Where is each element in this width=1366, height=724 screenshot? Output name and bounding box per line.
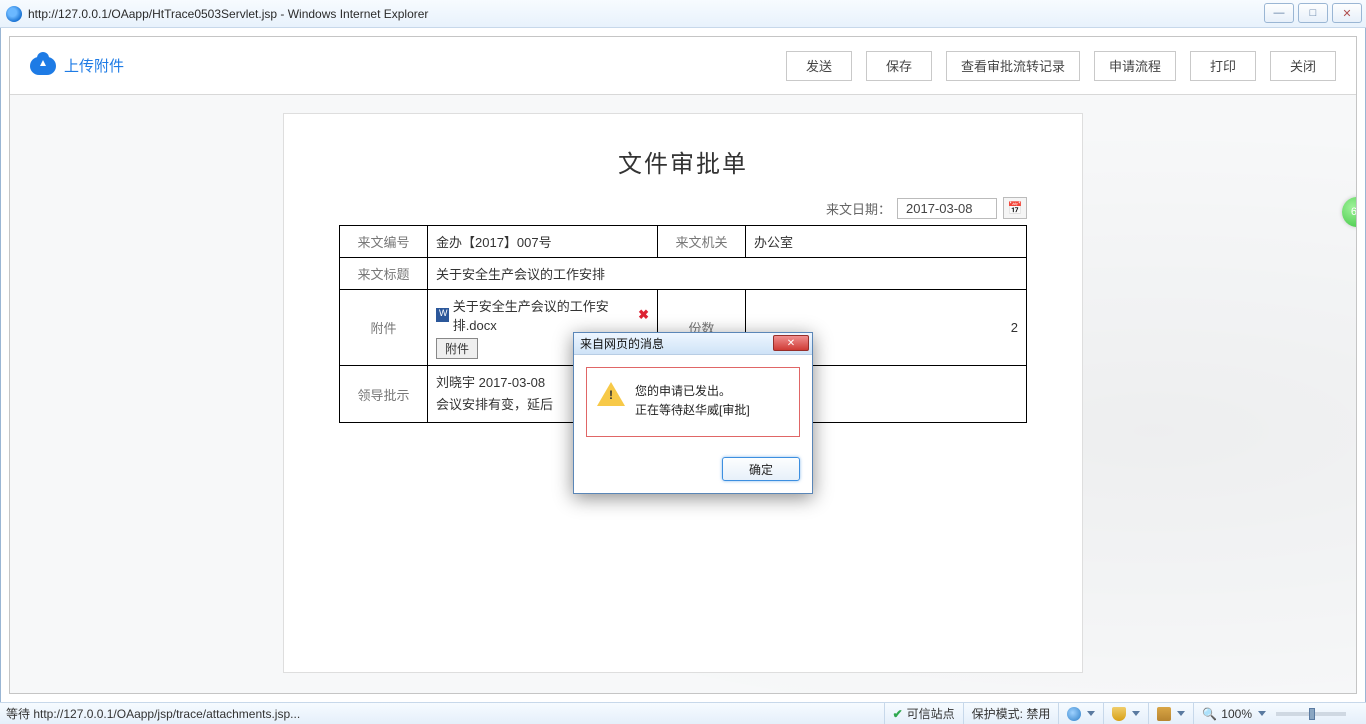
dialog-footer: 确定 <box>574 449 812 493</box>
doc-number-value[interactable]: 金办【2017】007号 <box>428 226 658 258</box>
send-button[interactable]: 发送 <box>786 51 852 81</box>
ie-icon <box>6 6 22 22</box>
action-toolbar: 上传附件 发送 保存 查看审批流转记录 申请流程 打印 关闭 <box>10 37 1356 95</box>
browse-attachment-button[interactable]: 附件 <box>436 338 478 359</box>
tools-icon <box>1157 707 1171 721</box>
shield-icon <box>1112 707 1126 721</box>
dialog-titlebar: 来自网页的消息 ✕ <box>574 333 812 355</box>
date-label: 来文日期： <box>826 199 891 218</box>
maximize-button[interactable]: □ <box>1298 3 1328 23</box>
save-button[interactable]: 保存 <box>866 51 932 81</box>
window-close-button[interactable]: ✕ <box>1332 3 1362 23</box>
print-button[interactable]: 打印 <box>1190 51 1256 81</box>
dialog-inner: ! 您的申请已发出。 正在等待赵华威[审批] <box>586 367 800 437</box>
page-content: 上传附件 发送 保存 查看审批流转记录 申请流程 打印 关闭 文件审批单 来文日… <box>9 36 1357 694</box>
date-row: 来文日期： 2017-03-08 📅 <box>339 197 1027 219</box>
chevron-down-icon <box>1087 711 1095 716</box>
trusted-label: 可信站点 <box>907 705 955 722</box>
doc-title-label: 来文标题 <box>340 258 428 290</box>
doc-title-value[interactable]: 关于安全生产会议的工作安排 <box>428 258 1027 290</box>
attachment-filename: 关于安全生产会议的工作安排.docx <box>453 296 634 334</box>
chevron-down-icon <box>1177 711 1185 716</box>
minimize-button[interactable]: — <box>1264 3 1294 23</box>
approval-label: 领导批示 <box>340 366 428 423</box>
doc-org-label: 来文机关 <box>658 226 746 258</box>
upload-attachment-button[interactable]: 上传附件 <box>30 55 124 76</box>
upload-label: 上传附件 <box>64 55 124 76</box>
status-text: 等待 http://127.0.0.1/OAapp/jsp/trace/atta… <box>6 705 884 722</box>
close-button[interactable]: 关闭 <box>1270 51 1336 81</box>
chevron-down-icon <box>1258 711 1266 716</box>
dialog-close-button[interactable]: ✕ <box>773 335 809 351</box>
chevron-down-icon <box>1132 711 1140 716</box>
zoom-value: 100% <box>1221 707 1252 721</box>
doc-org-value[interactable]: 办公室 <box>746 226 1027 258</box>
dialog-body: ! 您的申请已发出。 正在等待赵华威[审批] <box>574 355 812 449</box>
warning-icon: ! <box>597 382 625 406</box>
status-zoom[interactable]: 🔍 100% <box>1193 703 1360 724</box>
remove-attachment-icon[interactable]: ✖ <box>638 307 649 323</box>
dialog-ok-button[interactable]: 确定 <box>722 457 800 481</box>
zoom-thumb[interactable] <box>1309 708 1315 720</box>
status-globe[interactable] <box>1058 703 1103 724</box>
status-protect[interactable]: 保护模式: 禁用 <box>963 703 1059 724</box>
window-buttons: — □ ✕ <box>1264 3 1362 23</box>
attachment-label: 附件 <box>340 290 428 366</box>
browser-frame: 上传附件 发送 保存 查看审批流转记录 申请流程 打印 关闭 文件审批单 来文日… <box>0 28 1366 702</box>
status-trusted[interactable]: ✔ 可信站点 <box>884 703 963 724</box>
dialog-title-text: 来自网页的消息 <box>580 335 664 352</box>
window-title: http://127.0.0.1/OAapp/HtTrace0503Servle… <box>28 7 428 21</box>
message-dialog: 来自网页的消息 ✕ ! 您的申请已发出。 正在等待赵华威[审批] 确定 <box>573 332 813 494</box>
window-titlebar: http://127.0.0.1/OAapp/HtTrace0503Servle… <box>0 0 1366 28</box>
cloud-upload-icon <box>30 57 56 75</box>
approval-line1: 刘晓宇 2017-03-08 <box>436 375 545 390</box>
view-flow-button[interactable]: 查看审批流转记录 <box>946 51 1080 81</box>
table-row: 来文编号 金办【2017】007号 来文机关 办公室 <box>340 226 1027 258</box>
date-input[interactable]: 2017-03-08 <box>897 198 997 219</box>
zoom-slider[interactable] <box>1276 712 1346 716</box>
apply-flow-button[interactable]: 申请流程 <box>1094 51 1176 81</box>
dialog-message: 您的申请已发出。 正在等待赵华威[审批] <box>635 382 750 420</box>
table-row: 来文标题 关于安全生产会议的工作安排 <box>340 258 1027 290</box>
status-shield[interactable] <box>1103 703 1148 724</box>
status-bar: 等待 http://127.0.0.1/OAapp/jsp/trace/atta… <box>0 702 1366 724</box>
form-title: 文件审批单 <box>339 144 1027 179</box>
globe-icon <box>1067 707 1081 721</box>
check-icon: ✔ <box>893 707 903 721</box>
attachment-file[interactable]: 关于安全生产会议的工作安排.docx ✖ <box>436 296 649 334</box>
dialog-msg1: 您的申请已发出。 <box>635 384 731 398</box>
protect-label: 保护模式: 禁用 <box>972 705 1051 722</box>
status-tools[interactable] <box>1148 703 1193 724</box>
dialog-msg2: 正在等待赵华威[审批] <box>635 403 750 417</box>
calendar-icon[interactable]: 📅 <box>1003 197 1027 219</box>
doc-number-label: 来文编号 <box>340 226 428 258</box>
approval-line2: 会议安排有变，延后 <box>436 397 553 412</box>
word-icon <box>436 308 449 322</box>
